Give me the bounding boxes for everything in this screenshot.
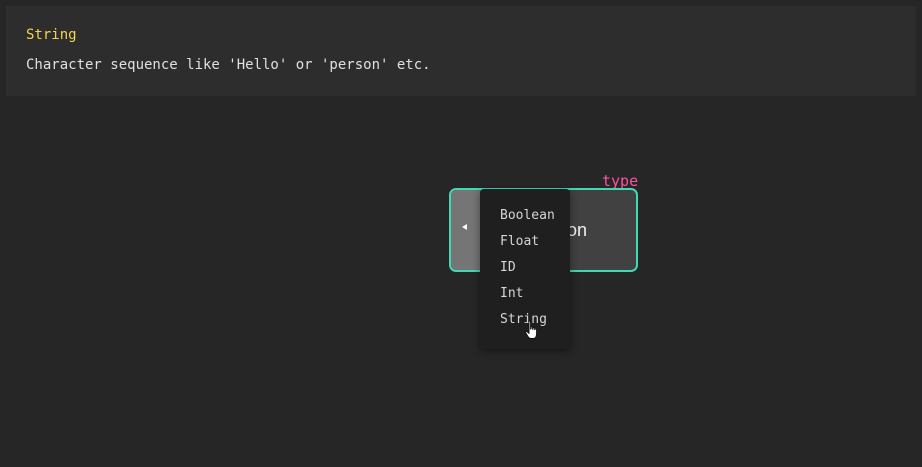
type-info-title: String (26, 27, 77, 43)
menu-item-float[interactable]: Float (500, 232, 539, 252)
menu-item-id[interactable]: ID (500, 258, 516, 278)
type-info-panel: String Character sequence like 'Hello' o… (6, 6, 916, 96)
caret-left-icon[interactable] (462, 224, 467, 230)
type-info-description: Character sequence like 'Hello' or 'pers… (26, 57, 431, 73)
menu-item-boolean[interactable]: Boolean (500, 206, 555, 226)
node-collapse-handle[interactable] (451, 190, 483, 270)
hand-pointer-icon (524, 320, 538, 339)
menu-item-int[interactable]: Int (500, 284, 523, 304)
